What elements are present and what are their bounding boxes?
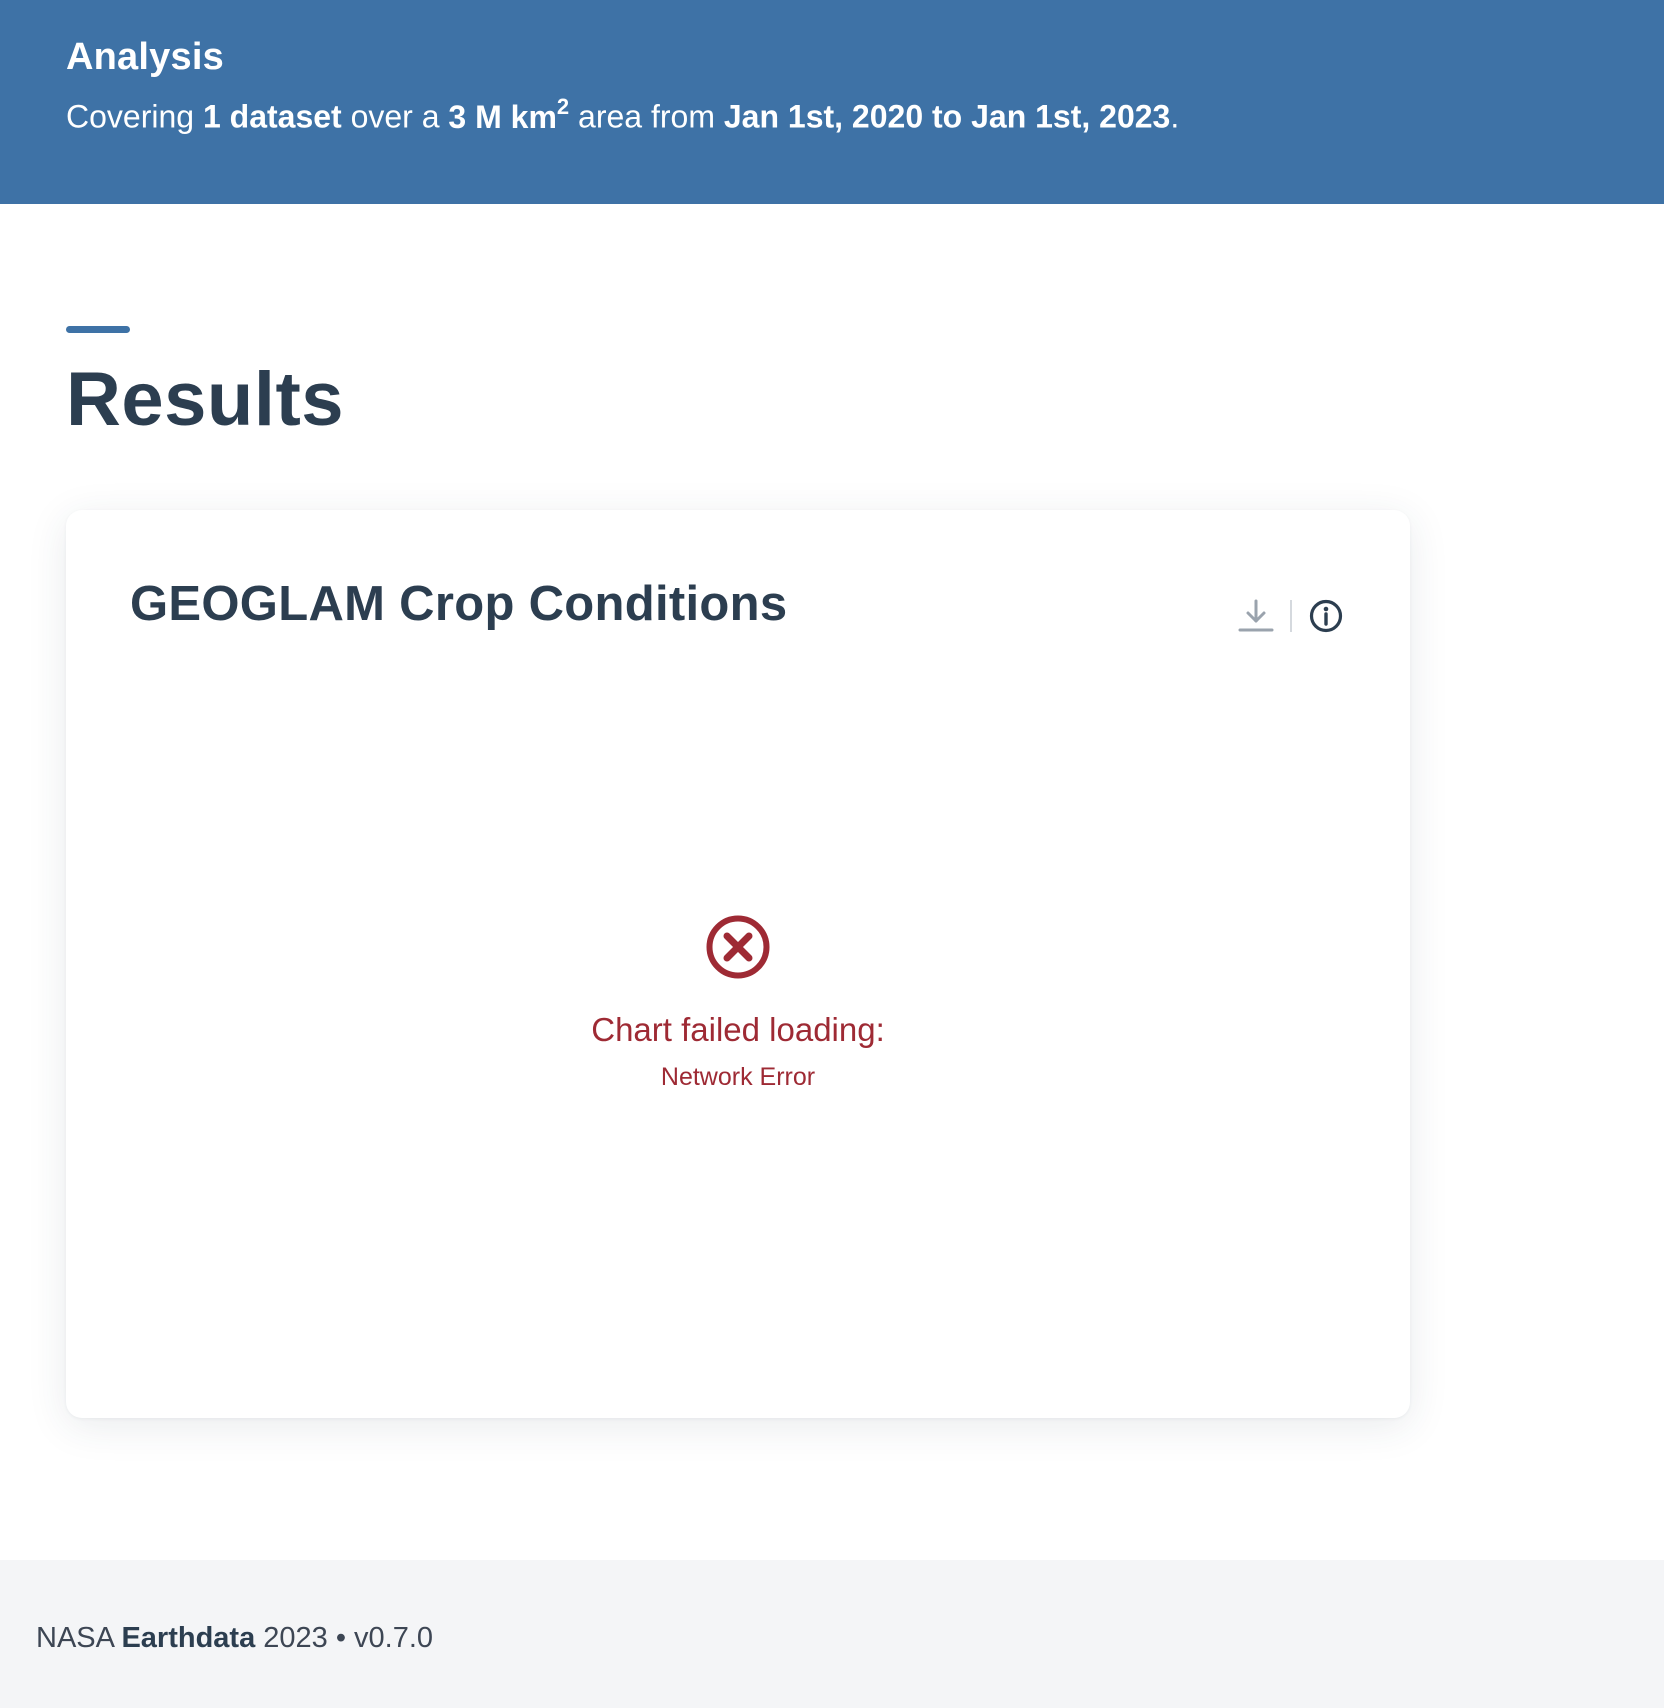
analysis-header: Analysis Covering 1 dataset over a 3 M k… bbox=[0, 0, 1664, 204]
footer-org: NASA bbox=[36, 1622, 122, 1654]
footer-credit: NASA Earthdata 2023 • v0.7.0 bbox=[36, 1622, 433, 1655]
chart-card: GEOGLAM Crop Conditions Chart failed loa… bbox=[66, 510, 1410, 1418]
summary-area-value: 3 M km bbox=[448, 98, 557, 135]
footer-year-version: 2023 • v0.7.0 bbox=[255, 1622, 434, 1654]
page-footer: NASA Earthdata 2023 • v0.7.0 bbox=[0, 1560, 1664, 1708]
header-title: Analysis bbox=[66, 36, 224, 78]
error-detail: Network Error bbox=[660, 1063, 816, 1091]
chart-error-state: Chart failed loading: Network Error bbox=[66, 914, 1410, 1092]
summary-area: 3 M km2 bbox=[448, 94, 569, 135]
summary-date-range: Jan 1st, 2020 to Jan 1st, 2023 bbox=[723, 98, 1171, 135]
chart-card-actions bbox=[1236, 596, 1346, 636]
error-circle-x-icon bbox=[706, 915, 770, 979]
info-icon bbox=[1309, 599, 1343, 633]
footer-product: Earthdata bbox=[121, 1622, 256, 1654]
error-message: Chart failed loading: bbox=[591, 1011, 885, 1048]
summary-area-exponent: 2 bbox=[556, 94, 570, 119]
results-accent-dash bbox=[66, 326, 130, 333]
summary-mid1: over a bbox=[341, 98, 449, 135]
header-summary: Covering 1 dataset over a 3 M km2 area f… bbox=[66, 94, 1180, 136]
summary-prefix: Covering bbox=[66, 98, 203, 135]
actions-divider bbox=[1290, 600, 1292, 632]
info-button[interactable] bbox=[1306, 596, 1346, 636]
summary-mid2: area from bbox=[569, 98, 724, 135]
summary-suffix: . bbox=[1170, 98, 1180, 135]
download-button[interactable] bbox=[1236, 596, 1276, 636]
download-icon bbox=[1238, 599, 1274, 632]
chart-card-title: GEOGLAM Crop Conditions bbox=[130, 577, 788, 631]
summary-datasets: 1 dataset bbox=[202, 98, 342, 135]
results-heading: Results bbox=[66, 357, 345, 442]
